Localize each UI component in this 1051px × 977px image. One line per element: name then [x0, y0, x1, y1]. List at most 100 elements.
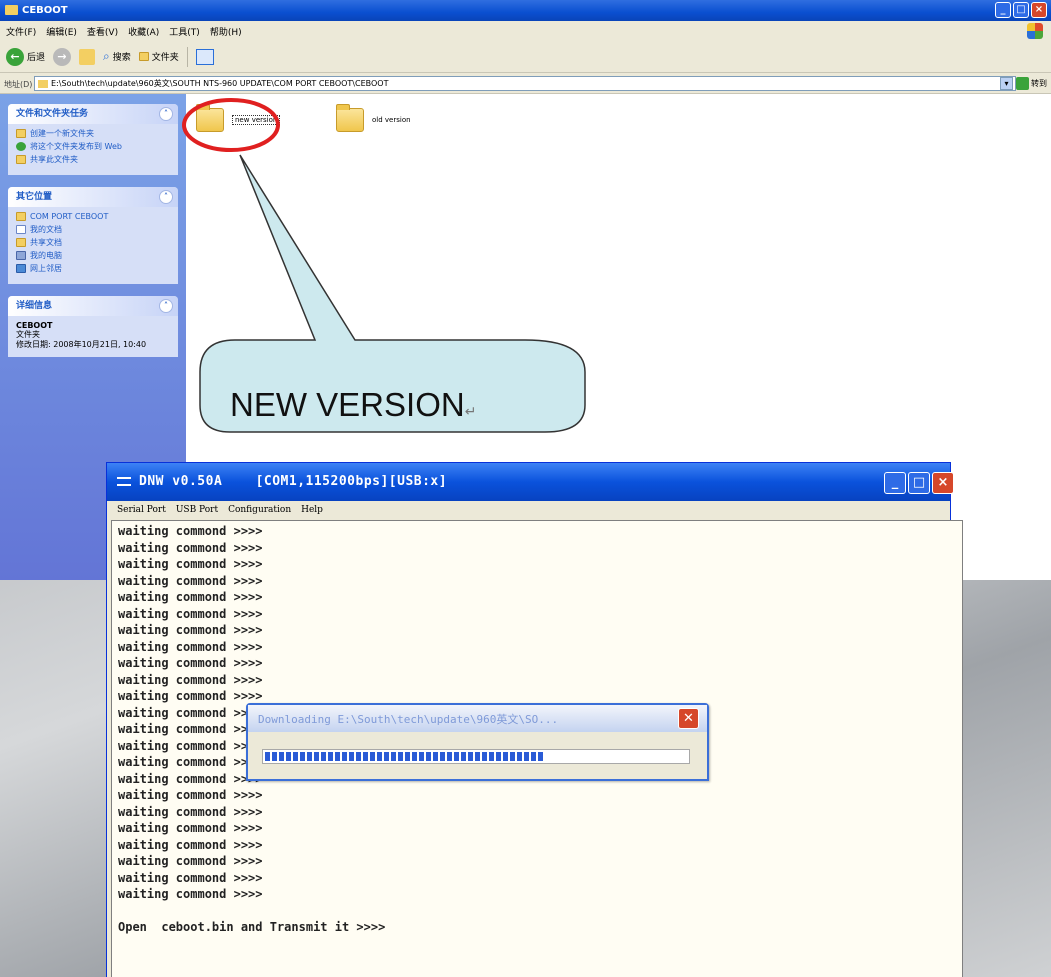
- back-label: 后退: [27, 53, 46, 63]
- folder-icon: [336, 104, 364, 132]
- back-arrow-icon: ←: [6, 47, 24, 66]
- go-label: 转到: [1031, 79, 1047, 88]
- address-field[interactable]: E:\South\tech\update\960英文\SOUTH NTS-960…: [34, 76, 1016, 91]
- menu-favorites[interactable]: 收藏(A): [128, 25, 159, 38]
- maximize-button[interactable]: □: [1013, 2, 1029, 18]
- menu-file[interactable]: 文件(F): [6, 25, 36, 38]
- console-line: waiting commond >>>>: [118, 837, 263, 852]
- system-menu-icon[interactable]: [117, 477, 131, 486]
- folders-label: 文件夹: [151, 53, 179, 63]
- download-progress-bar: [262, 749, 690, 764]
- folder-label: old version: [372, 116, 411, 124]
- go-button[interactable]: 转到: [1016, 77, 1047, 90]
- console-line: waiting commond >>>>: [118, 639, 263, 654]
- minimize-button[interactable]: _: [995, 2, 1011, 18]
- task-new-folder[interactable]: 创建一个新文件夹: [16, 129, 170, 139]
- address-path: E:\South\tech\update\960英文\SOUTH NTS-960…: [51, 79, 389, 88]
- menu-bar: 文件(F) 编辑(E) 查看(V) 收藏(A) 工具(T) 帮助(H): [0, 21, 1051, 41]
- close-button[interactable]: ×: [932, 472, 954, 494]
- close-button[interactable]: ×: [1031, 2, 1047, 18]
- panel-title-text: 文件和文件夹任务: [16, 109, 89, 119]
- progress-fill: [265, 752, 544, 761]
- panel-title[interactable]: 文件和文件夹任务 ˄: [8, 104, 178, 124]
- menu-help[interactable]: 帮助(H): [210, 25, 242, 38]
- menu-help[interactable]: Help: [301, 505, 323, 515]
- collapse-chevron-icon[interactable]: ˄: [159, 190, 173, 204]
- task-publish-web[interactable]: 将这个文件夹发布到 Web: [16, 142, 170, 152]
- place-label: 网上邻居: [30, 264, 62, 273]
- folder-old-version[interactable]: old version: [336, 104, 411, 132]
- toolbar-separator: [186, 46, 188, 67]
- windows-logo-icon: [1027, 23, 1043, 39]
- console-line: waiting commond >>>>: [118, 887, 263, 901]
- other-places-panel: 其它位置 ˄ COM PORT CEBOOT 我的文档 共享文档 我的电脑 网上…: [8, 187, 178, 284]
- place-shared-documents[interactable]: 共享文档: [16, 238, 170, 248]
- menu-view[interactable]: 查看(V): [87, 25, 118, 38]
- console-line: waiting commond >>>>: [118, 623, 263, 637]
- place-my-computer[interactable]: 我的电脑: [16, 251, 170, 261]
- place-network[interactable]: 网上邻居: [16, 264, 170, 274]
- globe-icon: [16, 142, 26, 151]
- folder-new-version[interactable]: new version: [196, 104, 281, 132]
- dnw-title-bar[interactable]: DNW v0.50A [COM1,115200bps][USB:x] _ □ ×: [107, 463, 954, 501]
- task-label: 将这个文件夹发布到 Web: [30, 142, 122, 151]
- collapse-chevron-icon[interactable]: ˄: [159, 107, 173, 121]
- share-folder-icon: [16, 155, 26, 164]
- computer-icon: [16, 251, 26, 260]
- menu-usb-port[interactable]: USB Port: [176, 505, 218, 515]
- menu-tools[interactable]: 工具(T): [169, 25, 200, 38]
- place-label: 共享文档: [30, 238, 62, 247]
- menu-configuration[interactable]: Configuration: [228, 505, 291, 515]
- panel-title[interactable]: 其它位置 ˄: [8, 187, 178, 207]
- menu-edit[interactable]: 编辑(E): [46, 25, 77, 38]
- new-folder-icon: [16, 129, 26, 138]
- place-label: COM PORT CEBOOT: [30, 212, 109, 221]
- folders-icon: [138, 52, 149, 61]
- place-com-port-ceboot[interactable]: COM PORT CEBOOT: [16, 212, 170, 222]
- forward-button[interactable]: →: [53, 47, 72, 66]
- console-line: waiting commond >>>>: [118, 804, 263, 819]
- panel-title-text: 其它位置: [16, 192, 53, 202]
- panel-title[interactable]: 详细信息 ˄: [8, 296, 178, 316]
- minimize-button[interactable]: _: [884, 472, 906, 494]
- callout-label: NEW VERSION↵: [230, 386, 476, 424]
- chevron-down-icon[interactable]: ▾: [1000, 77, 1013, 90]
- search-button[interactable]: ⌕ 搜索: [103, 49, 131, 64]
- back-button[interactable]: ← 后退: [6, 47, 46, 66]
- console-line: waiting commond >>>>: [118, 672, 263, 687]
- network-icon: [16, 264, 26, 273]
- download-dialog: Downloading E:\South\tech\update\960英文\S…: [246, 703, 709, 781]
- console-line: waiting commond >>>>: [118, 524, 263, 538]
- details-panel: 详细信息 ˄ CEBOOT 文件夹 修改日期: 2008年10月21日, 10:…: [8, 296, 178, 357]
- console-line: waiting commond >>>>: [118, 606, 263, 621]
- task-share-folder[interactable]: 共享此文件夹: [16, 155, 170, 165]
- panel-title-text: 详细信息: [16, 301, 53, 311]
- views-icon[interactable]: [195, 48, 214, 65]
- search-icon: ⌕: [103, 49, 110, 63]
- shared-folder-icon: [16, 238, 26, 247]
- menu-serial-port[interactable]: Serial Port: [117, 505, 166, 515]
- console-line: waiting commond >>>>: [118, 788, 263, 802]
- place-label: 我的电脑: [30, 251, 62, 260]
- folder-up-icon[interactable]: [79, 48, 96, 65]
- explorer-title-bar[interactable]: CEBOOT _ □ ×: [0, 0, 1051, 21]
- console-line: waiting commond >>>>: [118, 656, 263, 670]
- documents-icon: [16, 225, 26, 234]
- place-my-documents[interactable]: 我的文档: [16, 225, 170, 235]
- search-label: 搜索: [112, 53, 131, 63]
- console-line: Open ceboot.bin and Transmit it >>>>: [118, 920, 386, 934]
- collapse-chevron-icon[interactable]: ˄: [159, 299, 173, 313]
- folder-icon: [38, 80, 48, 88]
- folder-label: new version: [232, 115, 281, 125]
- download-title-bar[interactable]: Downloading E:\South\tech\update\960英文\S…: [248, 705, 707, 732]
- toolbar: ← 后退 → ⌕ 搜索 文件夹: [0, 41, 1051, 73]
- go-arrow-icon: [1016, 77, 1029, 90]
- task-label: 共享此文件夹: [30, 155, 78, 164]
- address-label: 地址(D): [4, 80, 33, 89]
- task-label: 创建一个新文件夹: [30, 129, 94, 138]
- close-icon[interactable]: ✕: [678, 708, 699, 729]
- window-controls: _ □ ×: [995, 2, 1047, 18]
- maximize-button[interactable]: □: [908, 472, 930, 494]
- folders-button[interactable]: 文件夹: [138, 50, 179, 63]
